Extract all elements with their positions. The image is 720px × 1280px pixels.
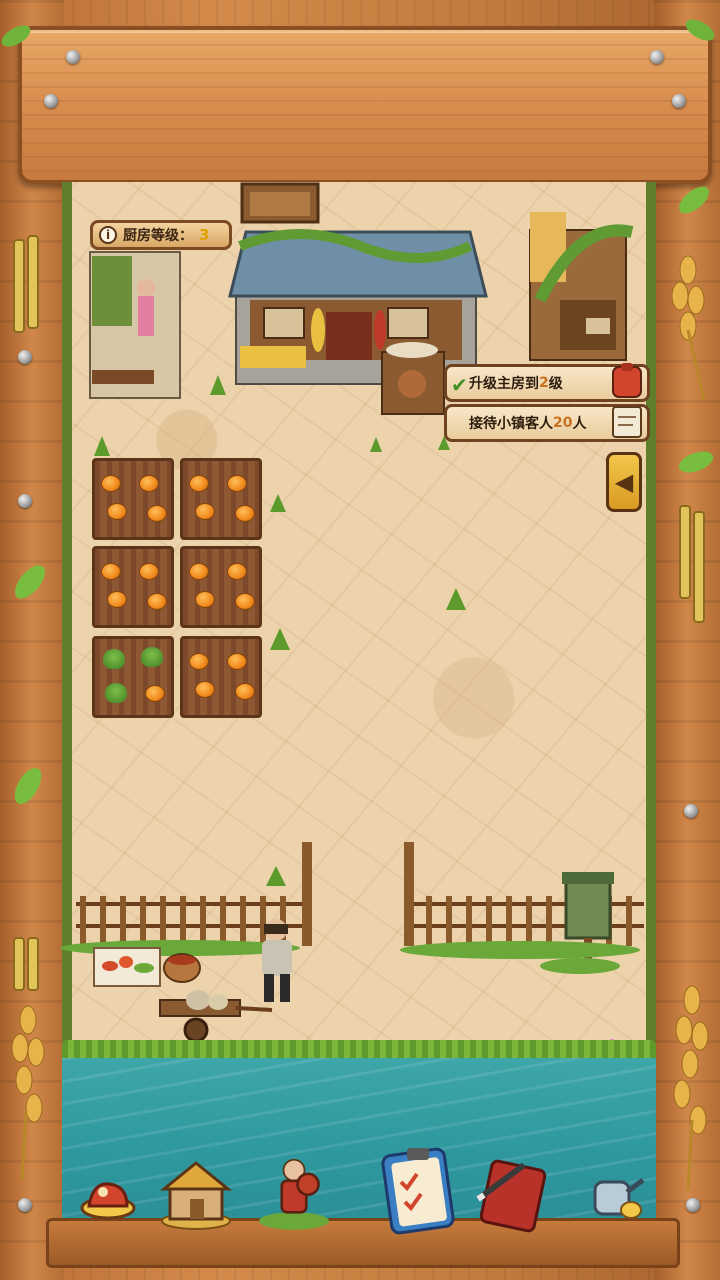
food-stall[interactable] xyxy=(381,342,445,415)
water-basin[interactable] xyxy=(163,953,201,983)
vegetable-board[interactable] xyxy=(93,947,161,987)
kitchen-level-value: 3 xyxy=(199,226,210,244)
grass-tufts xyxy=(94,375,466,886)
quest-number: 20 xyxy=(553,415,573,431)
shop-menu-button[interactable] xyxy=(574,1150,658,1236)
river xyxy=(62,1058,656,1222)
info-icon[interactable]: i xyxy=(99,226,117,244)
house-icon xyxy=(159,1161,233,1230)
bag-icon xyxy=(612,363,642,398)
quest-number: 2 xyxy=(539,375,549,391)
house-menu-button[interactable] xyxy=(154,1150,238,1236)
collapse-panel-button[interactable]: ◀ xyxy=(606,452,642,512)
farm-plot[interactable] xyxy=(180,546,262,628)
quest-text-prefix: 接待小镇客人 xyxy=(469,416,553,432)
fence-posts xyxy=(80,842,632,946)
farm-plot[interactable] xyxy=(180,458,262,540)
quest-item[interactable]: ✔ 升级主房到 2 级 xyxy=(444,363,650,402)
farm-plot[interactable] xyxy=(92,636,174,718)
farmer-character-icon xyxy=(259,1158,329,1230)
quest-item[interactable]: 接待小镇客人 20 人 xyxy=(444,404,650,442)
farm-plot[interactable] xyxy=(92,458,174,540)
farmer-character[interactable] xyxy=(262,919,292,1002)
recipe-book-button[interactable] xyxy=(472,1150,556,1236)
task-menu-button[interactable] xyxy=(372,1140,464,1240)
quest-text-prefix: 升级主房到 xyxy=(469,376,539,392)
kitchen-level-label: 厨房等级： xyxy=(123,228,193,244)
clipboard-checklist-icon xyxy=(381,1147,455,1235)
chevron-left-icon: ◀ xyxy=(614,468,634,496)
note-icon xyxy=(612,406,642,438)
gate-structure xyxy=(240,182,320,224)
farm-plot[interactable] xyxy=(92,546,174,628)
main-house[interactable] xyxy=(228,229,488,385)
cooking-menu-button[interactable] xyxy=(66,1150,150,1236)
kitchen-building[interactable] xyxy=(89,251,181,399)
quest-text-suffix: 级 xyxy=(548,376,563,392)
watering-can-icon xyxy=(593,1178,645,1219)
quest-text-suffix: 人 xyxy=(572,416,587,432)
wooden-cart[interactable] xyxy=(159,990,273,1043)
character-menu-button[interactable] xyxy=(252,1150,336,1236)
storage-shed[interactable] xyxy=(529,212,634,361)
check-icon: ✔ xyxy=(451,373,468,397)
book-pen-icon xyxy=(476,1159,547,1233)
kitchen-level-badge[interactable]: i 厨房等级： 3 xyxy=(90,220,232,250)
farm-plot[interactable] xyxy=(180,636,262,718)
food-plate-icon xyxy=(80,1182,136,1220)
